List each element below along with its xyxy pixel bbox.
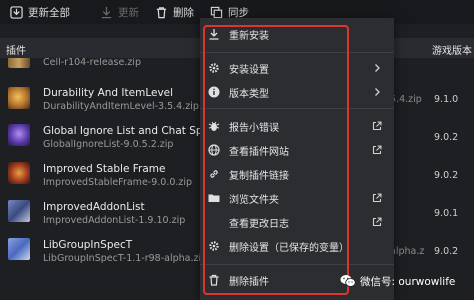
addon-file: Cell-r104-release.zip [43, 58, 141, 68]
addon-title: LibGroupInSpecT [43, 239, 133, 251]
addon-thumbnail [8, 162, 30, 184]
chevron-right-icon [372, 63, 382, 73]
addon-thumbnail [8, 58, 30, 68]
wechat-watermark: 微信号: ourwowlife [340, 270, 455, 292]
update-all-label: 更新全部 [28, 6, 70, 19]
external-link-icon [372, 121, 382, 131]
highlight-box [203, 25, 349, 295]
addon-game-version: 9.0.2 [434, 246, 459, 257]
trash-icon [156, 6, 167, 18]
addon-file: LibGroupInSpecT-1.1-r98-alpha.zip [43, 253, 208, 264]
addon-title: Improved Stable Frame [43, 163, 166, 175]
addon-thumbnail [8, 124, 30, 146]
chevron-right-icon [372, 87, 382, 97]
addon-installed-version: alpha.z [390, 246, 425, 257]
addon-file: GlobalIgnoreList-9.0.5.2.zip [43, 139, 174, 150]
addon-file: DurabilityAndItemLevel-3.5.4.zip [43, 101, 199, 112]
delete-button[interactable]: 删除 [149, 0, 200, 24]
addon-title: ImprovedAddonList [43, 201, 145, 213]
addon-game-version: 9.1.0 [434, 94, 459, 105]
addon-game-version: 9.0.1 [434, 208, 459, 219]
addon-thumbnail [8, 200, 30, 222]
watermark-text: 微信号: ourwowlife [360, 275, 456, 288]
addon-game-version: 9.0.2 [434, 132, 459, 143]
addon-thumbnail [8, 238, 30, 260]
external-link-icon [372, 217, 382, 227]
external-link-icon [372, 193, 382, 203]
external-link-icon [372, 145, 382, 155]
addon-title: Durability And ItemLevel [43, 87, 174, 99]
update-button[interactable]: 更新 [94, 0, 145, 24]
column-addon[interactable]: 插件 [6, 42, 26, 57]
wechat-icon [340, 275, 356, 287]
update-all-icon [10, 5, 23, 19]
download-icon [101, 6, 112, 18]
addon-file: ImprovedStableFrame-9.0.0.zip [43, 177, 193, 188]
addon-thumbnail [8, 87, 30, 109]
addon-installed-version: 5.4.zip [390, 94, 422, 105]
column-game-version[interactable]: 游戏版本 [432, 42, 472, 57]
delete-label: 删除 [173, 6, 194, 19]
update-all-button[interactable]: 更新全部 [4, 0, 76, 24]
addon-file: ImprovedAddonList-1.9.10.zip [43, 215, 186, 226]
addon-game-version: 9.0.2 [434, 170, 459, 181]
sync-icon [210, 6, 223, 18]
update-label: 更新 [118, 6, 139, 19]
